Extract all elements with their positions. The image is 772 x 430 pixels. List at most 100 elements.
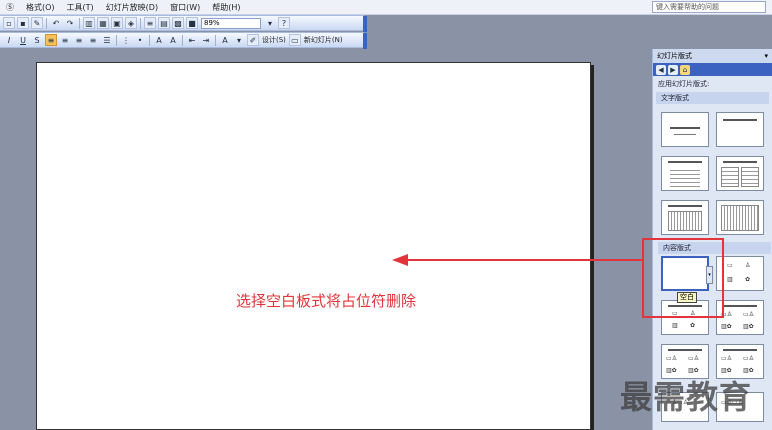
decrease-font-icon[interactable]: A	[167, 34, 179, 46]
menu-item-slideshow[interactable]: 幻灯片放映(D)	[100, 2, 164, 13]
insert-table-icon[interactable]: ▦	[97, 17, 109, 29]
layout-chart-icon: ▥✿	[743, 323, 754, 330]
increase-indent-icon[interactable]: ⇥	[200, 34, 212, 46]
apply-layout-label: 应用幻灯片版式:	[658, 80, 710, 88]
layout-left-column	[721, 167, 739, 187]
layout-chart-icon: ▥	[727, 276, 733, 283]
layout-chart-icon: ▥✿	[721, 323, 732, 330]
watermark-logo: 最需教育	[620, 378, 753, 416]
redo-icon[interactable]: ↷	[64, 17, 76, 29]
layout-person-icon: ♙	[745, 262, 751, 269]
insert-hyperlink-icon[interactable]: ◈	[125, 17, 137, 29]
design-button[interactable]: 设计(S)	[260, 35, 288, 45]
undo-icon[interactable]: ↶	[50, 17, 62, 29]
home-icon[interactable]: ⌂	[680, 64, 690, 75]
layout-title-bar	[723, 349, 757, 351]
justify-icon[interactable]: ≡	[87, 34, 99, 46]
back-icon[interactable]: ◀	[656, 64, 666, 75]
task-pane-nav: ◀ ▶ ⌂	[653, 63, 772, 76]
format-painter-icon[interactable]: ✎	[31, 17, 43, 29]
layout-title-two-columns[interactable]	[716, 156, 764, 191]
bullets-icon[interactable]: •	[134, 34, 146, 46]
numbering-icon[interactable]: ⋮	[120, 34, 132, 46]
menu-item-window[interactable]: 窗口(W)	[164, 2, 206, 13]
expand-all-icon[interactable]: ≡	[144, 17, 156, 29]
align-center-icon[interactable]: ≡	[59, 34, 71, 46]
menu-item-format[interactable]: 格式(O)	[20, 2, 61, 13]
menu-bar: Ⓢ 格式(O) 工具(T) 幻灯片放映(D) 窗口(W) 帮助(H) 键入需要帮…	[0, 0, 772, 15]
layout-title-bar	[668, 349, 702, 351]
font-color-icon[interactable]: A	[219, 34, 231, 46]
layout-table-icon: ▭♙	[721, 355, 733, 362]
italic-icon[interactable]: I	[3, 34, 15, 46]
layout-tooltip: 空白	[677, 292, 697, 303]
layout-vertical-title-text[interactable]	[716, 200, 764, 235]
copy-icon[interactable]: ▫	[3, 17, 15, 29]
menu-item-tools[interactable]: 工具(T)	[61, 2, 100, 13]
menu-item-help[interactable]: 帮助(H)	[206, 2, 246, 13]
toolbar-separator	[182, 34, 183, 46]
zoom-dropdown-icon[interactable]: ▾	[264, 17, 276, 29]
help-search-input[interactable]: 键入需要帮助的问题	[652, 1, 766, 13]
layout-title-bar	[670, 127, 700, 129]
task-pane-menu-icon[interactable]: ▾	[764, 52, 768, 60]
task-pane-header: 幻灯片版式 ▾	[653, 49, 772, 63]
new-slide-icon[interactable]: ▭	[288, 34, 301, 46]
annotation-arrow	[392, 254, 642, 266]
layout-title-and-text[interactable]	[661, 156, 709, 191]
toolbar-separator	[149, 34, 150, 46]
layout-media-icon: ✿	[690, 322, 696, 329]
layout-vertical-text[interactable]	[661, 200, 709, 235]
insert-picture-icon[interactable]: ▣	[111, 17, 123, 29]
slide-editing-area	[0, 49, 650, 430]
text-layouts-header: 文字版式	[656, 92, 769, 104]
layout-title-bar	[723, 119, 757, 121]
shadow-icon[interactable]: S	[31, 34, 43, 46]
standard-toolbar: ▫ ▪ ✎ ↶ ↷ ▥ ▦ ▣ ◈ ≡ ▤ ▩ ■ 89% ▾ ?	[0, 15, 367, 32]
layout-table-icon: ▭♙	[743, 311, 755, 318]
toolbar-separator	[116, 34, 117, 46]
decrease-indent-icon[interactable]: ⇤	[186, 34, 198, 46]
help-icon[interactable]: ?	[278, 17, 290, 29]
toolbar-separator	[140, 17, 141, 29]
layout-title-slide[interactable]	[661, 112, 709, 147]
align-right-icon[interactable]: ≡	[73, 34, 85, 46]
toolbar-separator	[79, 17, 80, 29]
layout-title-bar	[723, 305, 757, 307]
underline-icon[interactable]: U	[17, 34, 29, 46]
layout-table-icon: ▭♙	[688, 355, 700, 362]
layout-title-bar	[723, 161, 757, 163]
new-slide-button[interactable]: 新幻灯片(N)	[302, 35, 345, 45]
color-grayscale-icon[interactable]: ■	[186, 17, 198, 29]
show-formatting-icon[interactable]: ▤	[158, 17, 170, 29]
layout-title-only[interactable]	[716, 112, 764, 147]
layout-title-bar	[668, 205, 702, 207]
paste-icon[interactable]: ▪	[17, 17, 29, 29]
menu-item-partial[interactable]: Ⓢ	[0, 2, 20, 13]
font-color-dropdown-icon[interactable]: ▾	[233, 34, 245, 46]
layout-vertical-block	[721, 205, 759, 231]
slide-canvas[interactable]	[36, 62, 591, 430]
layout-table-icon: ▭	[727, 262, 733, 269]
grid-icon[interactable]: ▩	[172, 17, 184, 29]
toolbar-chevron-icon[interactable]	[363, 33, 367, 49]
layout-title-bar	[668, 161, 702, 163]
layout-subtitle-bar	[674, 134, 696, 135]
increase-font-icon[interactable]: A	[153, 34, 165, 46]
annotation-instruction: 选择空白板式将占位符删除	[236, 292, 417, 310]
layout-table-icon: ▭♙	[743, 355, 755, 362]
toolbar-chevron-icon[interactable]	[363, 16, 367, 32]
insert-chart-icon[interactable]: ▥	[83, 17, 95, 29]
distributed-icon[interactable]: ☰	[101, 34, 113, 46]
layout-chart-icon: ▥	[672, 322, 678, 329]
task-pane-title: 幻灯片版式	[657, 52, 692, 60]
annotation-highlight-box	[642, 238, 724, 318]
layout-media-icon: ✿	[745, 276, 751, 283]
layout-right-column	[741, 167, 759, 187]
design-icon[interactable]: ✐	[247, 34, 259, 46]
layout-table-icon: ▭♙	[666, 355, 678, 362]
toolbar-separator	[215, 34, 216, 46]
forward-icon[interactable]: ▶	[668, 64, 678, 75]
align-left-icon[interactable]: ≡	[45, 34, 57, 46]
zoom-select[interactable]: 89%	[201, 17, 261, 29]
